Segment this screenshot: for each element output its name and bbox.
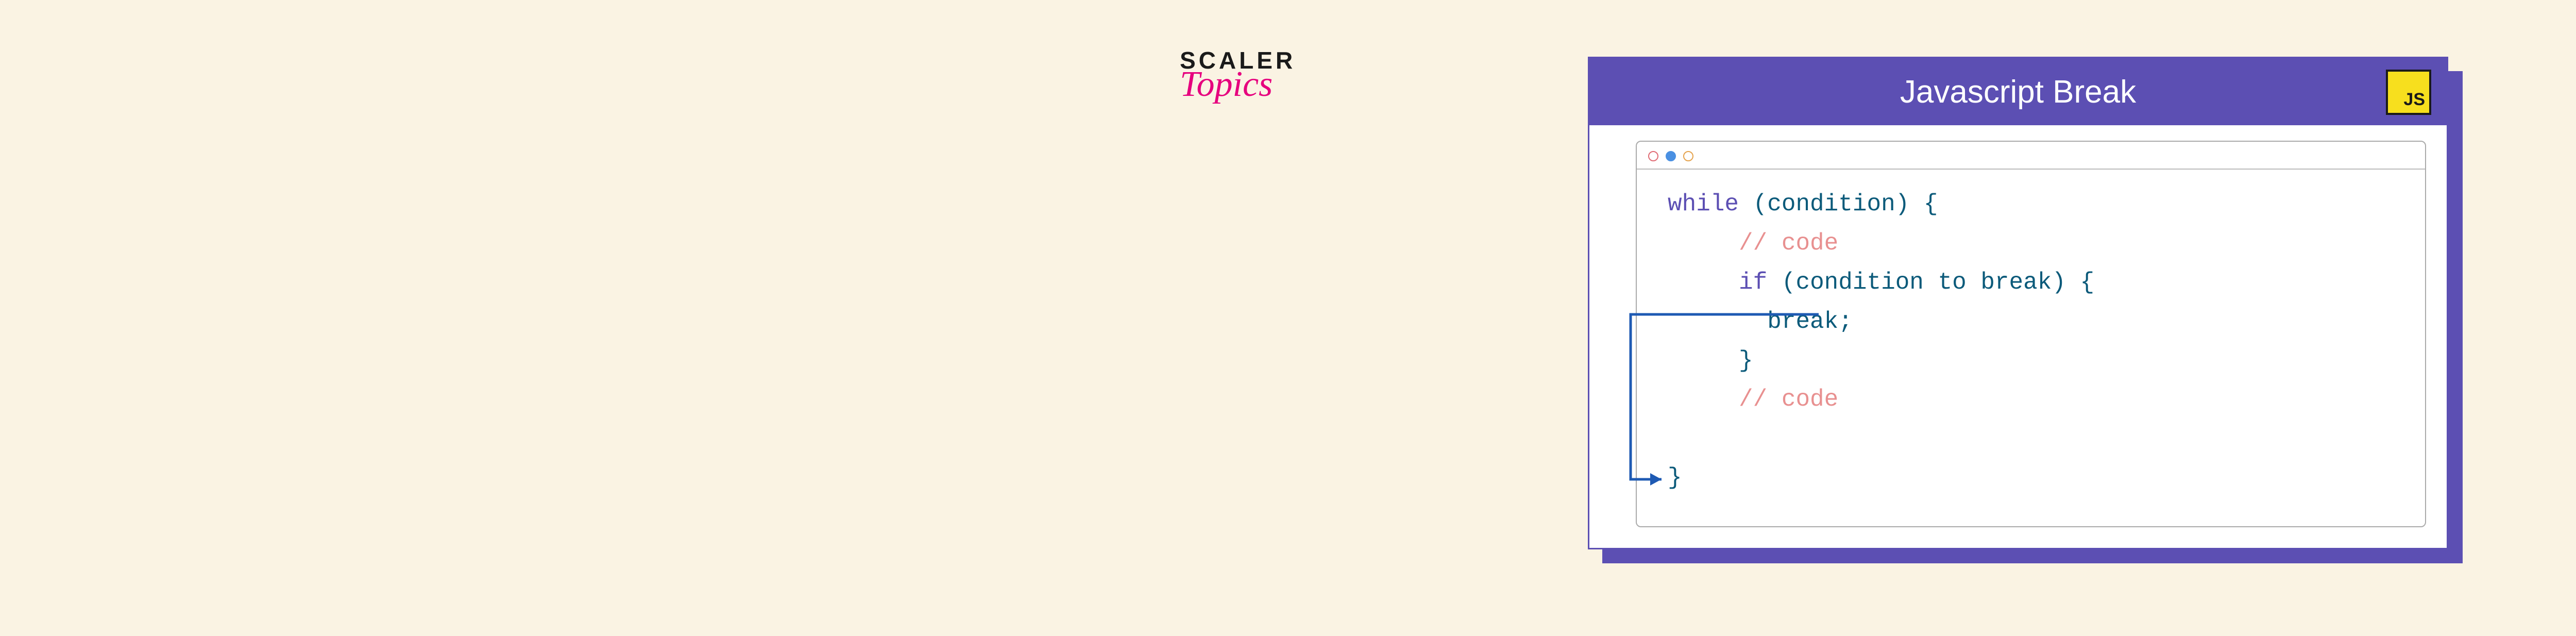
- card-body: Javascript Break JS while (condition) { …: [1588, 57, 2448, 549]
- header-title: Javascript Break: [1900, 74, 2136, 110]
- main-card: Javascript Break JS while (condition) { …: [1588, 57, 2448, 549]
- window-controls: [1637, 142, 2425, 170]
- code-comment-2: // code: [1739, 386, 1838, 413]
- window-close-icon: [1648, 151, 1658, 161]
- code-comment-1: // code: [1739, 230, 1838, 257]
- code-kw-while: while: [1668, 191, 1739, 217]
- code-window: while (condition) { // code if (conditio…: [1636, 141, 2426, 527]
- window-minimize-icon: [1666, 151, 1676, 161]
- code-close-1: }: [1739, 347, 1753, 374]
- window-maximize-icon: [1683, 151, 1693, 161]
- code-kw-if: if: [1739, 269, 1767, 296]
- code-block: while (condition) { // code if (conditio…: [1637, 170, 2425, 513]
- code-break: break;: [1767, 308, 1853, 335]
- scaler-topics-logo: SCALER Topics: [1180, 46, 1296, 105]
- card-header: Javascript Break JS: [1589, 58, 2447, 125]
- code-close-2: }: [1668, 464, 1682, 491]
- js-badge-icon: JS: [2386, 70, 2431, 115]
- code-cond-1: (condition) {: [1739, 191, 1938, 217]
- code-cond-2: (condition to break) {: [1767, 269, 2094, 296]
